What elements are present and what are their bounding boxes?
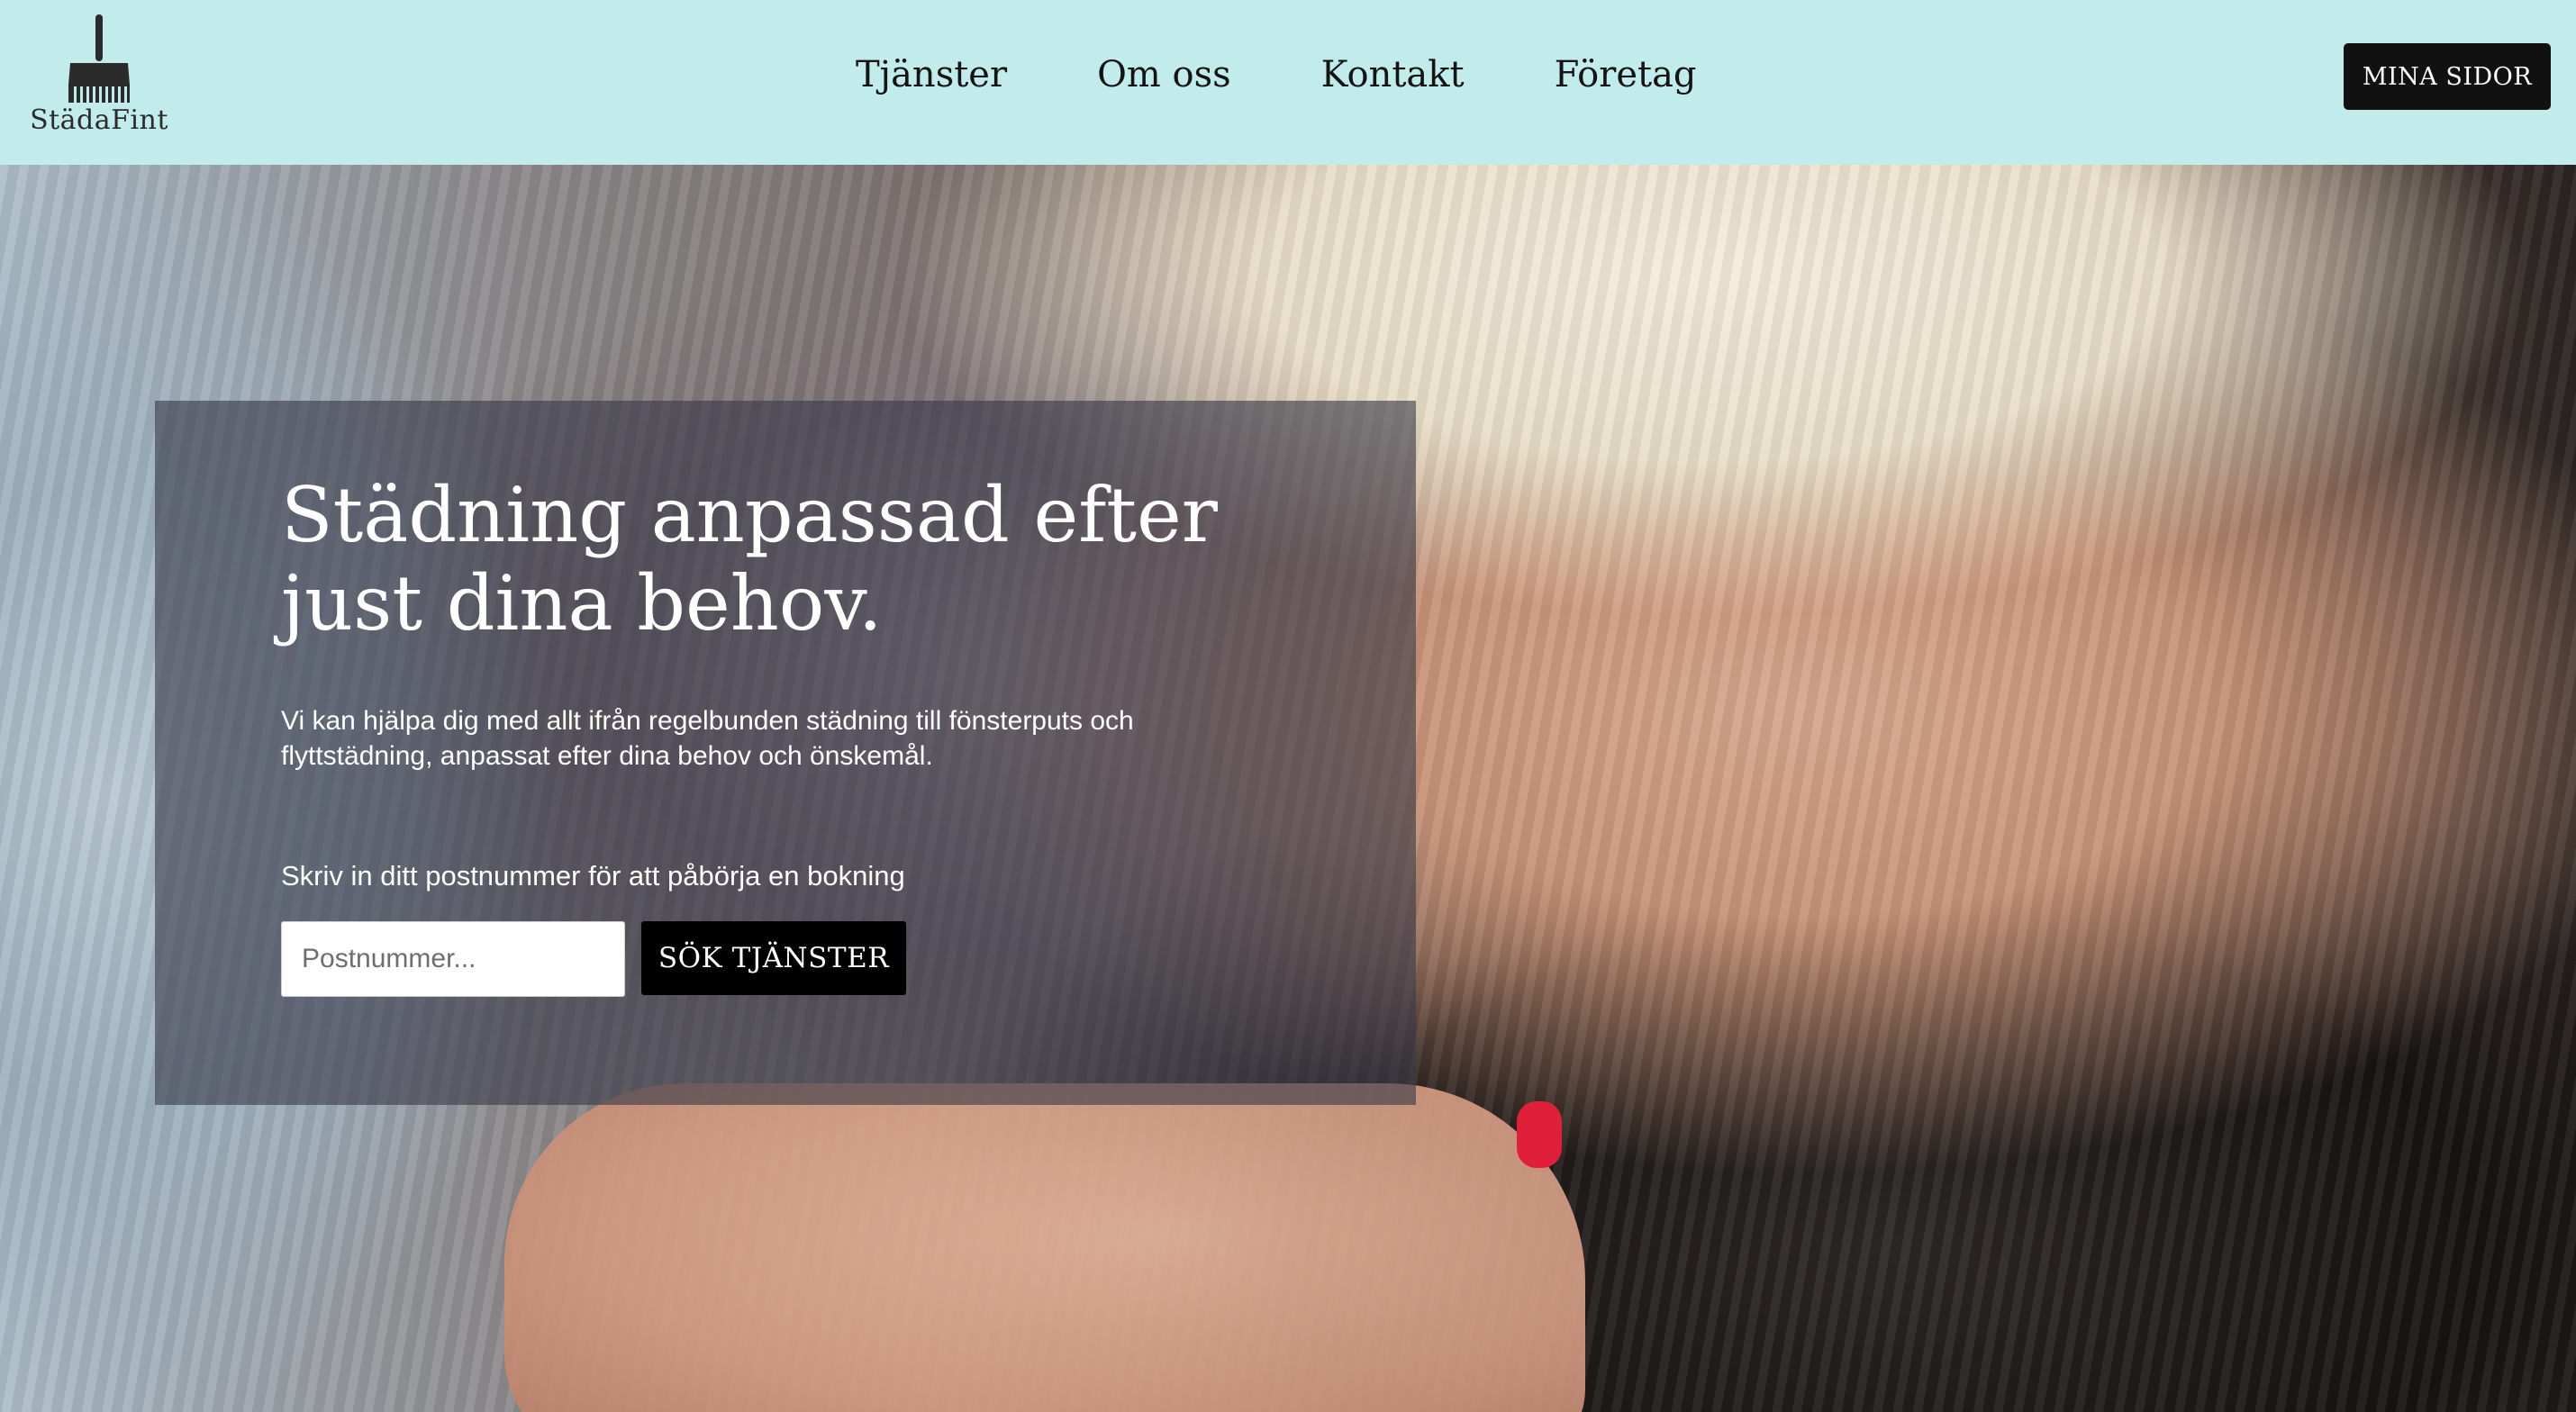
hero-image-detail (1517, 1101, 1562, 1168)
brand-name: StädaFint (30, 104, 168, 136)
nav-item-kontakt[interactable]: Kontakt (1321, 54, 1465, 95)
hero-card: Städning anpassad efter just dina behov.… (155, 401, 1416, 1105)
mina-sidor-button[interactable]: MINA SIDOR (2344, 43, 2551, 110)
brush-icon (68, 14, 130, 103)
nav-item-foretag[interactable]: Företag (1555, 54, 1697, 95)
hero-title: Städning anpassad efter just dina behov. (281, 471, 1218, 647)
search-services-button[interactable]: SÖK TJÄNSTER (641, 921, 906, 995)
hero-section: Städning anpassad efter just dina behov.… (0, 165, 2576, 1412)
postcode-input[interactable] (281, 921, 625, 997)
main-nav: Tjänster Om oss Kontakt Företag (856, 43, 1697, 106)
site-header: StädaFint Tjänster Om oss Kontakt Företa… (0, 0, 2576, 165)
hero-description: Vi kan hjälpa dig med allt ifrån regelbu… (281, 706, 1134, 771)
nav-item-tjanster[interactable]: Tjänster (856, 54, 1007, 95)
booking-prompt: Skriv in ditt postnummer för att påbörja… (281, 860, 905, 892)
hero-background-image (504, 1083, 1585, 1412)
nav-item-om-oss[interactable]: Om oss (1097, 54, 1231, 95)
logo-link[interactable]: StädaFint (27, 14, 171, 140)
